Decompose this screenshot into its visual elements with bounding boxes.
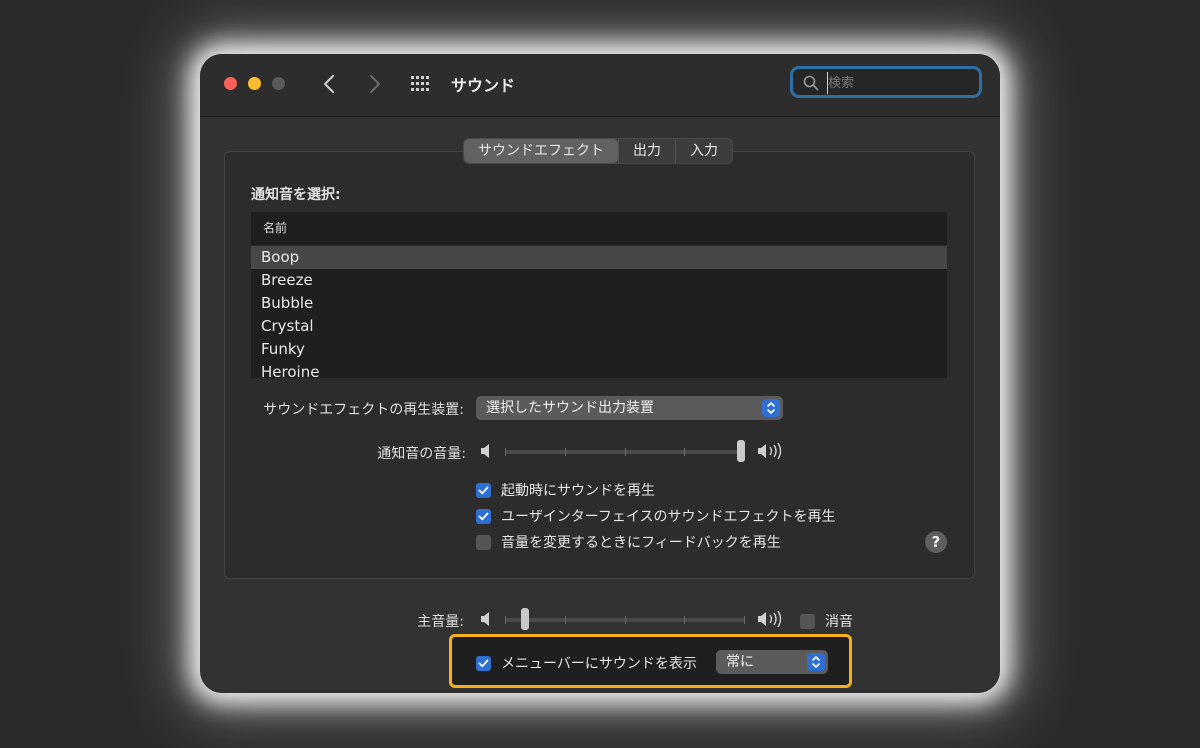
playback-device-label: サウンドエフェクトの再生装置:	[263, 402, 464, 418]
search-field[interactable]	[790, 66, 982, 98]
chevron-left-icon	[324, 75, 334, 93]
ui-sound-effects-label: ユーザインターフェイスのサウンドエフェクトを再生	[501, 509, 836, 525]
check-icon	[478, 512, 489, 520]
checkbox-checked[interactable]	[476, 508, 491, 524]
speaker-high-icon	[758, 442, 782, 460]
speaker-high-icon	[758, 610, 782, 628]
search-icon	[803, 75, 819, 91]
tab-output[interactable]: 出力	[618, 139, 675, 163]
checkbox-unchecked[interactable]	[476, 534, 491, 550]
speaker-low-icon	[481, 612, 489, 626]
back-button[interactable]	[316, 70, 344, 98]
tab-input[interactable]: 入力	[675, 139, 732, 163]
volume-feedback-checkbox[interactable]: 音量を変更するときにフィードバックを再生	[476, 532, 781, 552]
list-item[interactable]: Funky	[251, 338, 947, 361]
show-in-menubar-label: メニューバーにサウンドを表示	[501, 656, 697, 672]
popup-arrows-icon	[762, 399, 780, 417]
forward-button[interactable]	[360, 70, 388, 98]
select-alert-label: 通知音を選択:	[251, 187, 341, 203]
slider-tick	[625, 616, 626, 624]
mute-label: 消音	[825, 614, 853, 630]
checkbox-unchecked[interactable]	[800, 613, 815, 629]
list-item[interactable]: Crystal	[251, 315, 947, 338]
popup-arrows-icon	[807, 653, 825, 671]
show-in-menubar-checkbox[interactable]: メニューバーにサウンドを表示	[476, 653, 697, 673]
check-icon	[478, 486, 489, 494]
ui-sound-effects-checkbox[interactable]: ユーザインターフェイスのサウンドエフェクトを再生	[476, 506, 835, 526]
minimize-button[interactable]	[248, 77, 261, 90]
slider-tick	[565, 616, 566, 624]
alert-volume-label: 通知音の音量:	[377, 446, 466, 462]
zoom-button[interactable]	[272, 77, 285, 90]
startup-sound-checkbox[interactable]: 起動時にサウンドを再生	[476, 480, 655, 500]
system-preferences-window: サウンド サウンドエフェクト 出力 入力 通知音を選択: 名前 Boop Bre…	[200, 54, 1000, 693]
playback-device-popup[interactable]: 選択したサウンド出力装置	[476, 396, 783, 420]
menubar-option-popup[interactable]: 常に	[716, 650, 828, 674]
show-all-button[interactable]	[410, 74, 432, 96]
tab-bar: サウンドエフェクト 出力 入力	[463, 138, 733, 164]
alert-volume-slider[interactable]	[505, 440, 745, 462]
slider-tick	[744, 616, 745, 624]
check-icon	[478, 659, 489, 667]
main-volume-slider[interactable]	[505, 608, 745, 630]
slider-tick	[505, 616, 506, 624]
speaker-low-icon	[481, 444, 489, 458]
tab-sound-effects[interactable]: サウンドエフェクト	[464, 139, 618, 163]
window-title: サウンド	[451, 76, 516, 95]
slider-tick	[684, 448, 685, 456]
slider-tick	[505, 448, 506, 456]
checkbox-checked[interactable]	[476, 482, 491, 498]
mute-checkbox[interactable]: 消音	[800, 611, 853, 631]
volume-feedback-label: 音量を変更するときにフィードバックを再生	[501, 535, 781, 551]
slider-tick	[625, 448, 626, 456]
search-input[interactable]	[827, 72, 976, 94]
slider-tick	[565, 448, 566, 456]
alert-sound-list[interactable]: 名前 Boop Breeze Bubble Crystal Funky Hero…	[251, 212, 947, 378]
chevron-right-icon	[370, 75, 380, 93]
slider-knob[interactable]	[521, 608, 529, 630]
checkbox-checked[interactable]	[476, 655, 491, 671]
menubar-option-value: 常に	[726, 654, 754, 670]
list-item[interactable]: Breeze	[251, 269, 947, 292]
list-item[interactable]: Boop	[251, 246, 947, 269]
list-item[interactable]: Bubble	[251, 292, 947, 315]
list-header-name[interactable]: 名前	[251, 212, 947, 246]
startup-sound-label: 起動時にサウンドを再生	[501, 483, 655, 499]
close-button[interactable]	[224, 77, 237, 90]
main-volume-label: 主音量:	[417, 614, 464, 630]
slider-knob[interactable]	[737, 440, 745, 462]
grid-icon	[411, 76, 429, 91]
slider-tick	[684, 616, 685, 624]
list-item[interactable]: Heroine	[251, 361, 947, 378]
help-button[interactable]: ?	[925, 531, 947, 553]
playback-device-value: 選択したサウンド出力装置	[486, 400, 654, 416]
title-bar: サウンド	[200, 54, 1000, 117]
